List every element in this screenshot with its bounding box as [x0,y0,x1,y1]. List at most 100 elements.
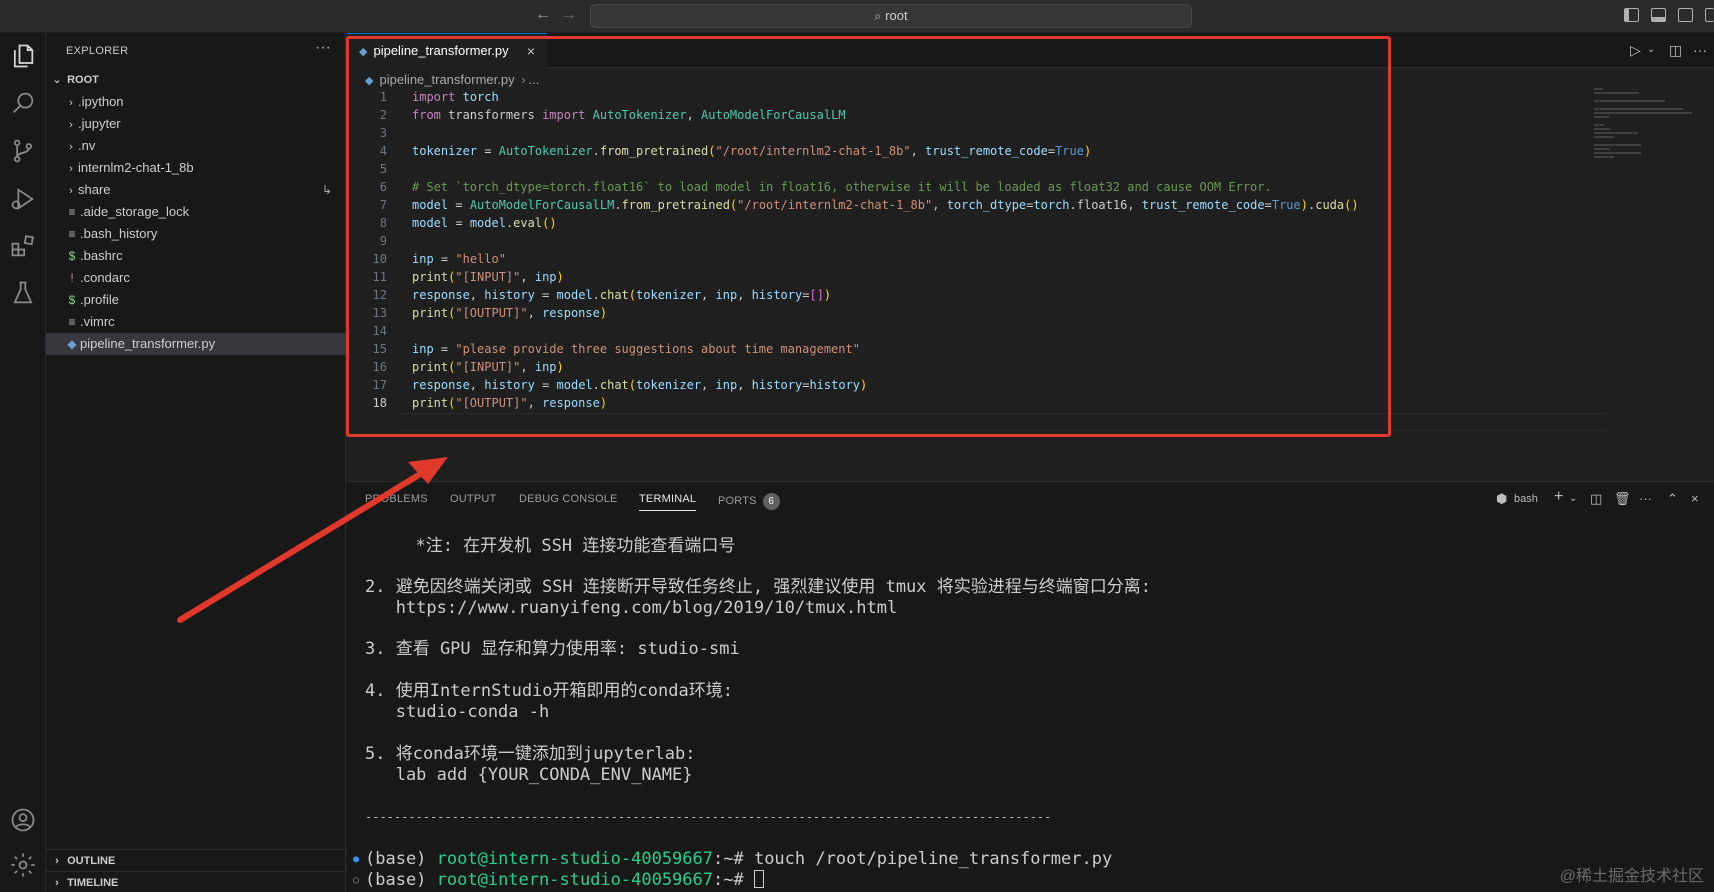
breadcrumb-symbols[interactable]: ... [529,72,540,87]
close-icon[interactable]: × [527,34,535,68]
code-line-text: print("[OUTPUT]", response) [412,396,608,410]
customize-layout-icon[interactable] [1678,8,1693,22]
code-line-text: response, history = model.chat(tokenizer… [412,378,868,392]
minimap-line [1594,116,1609,118]
explorer-item-profile[interactable]: $ .profile [46,289,346,311]
explorer-title: EXPLORER [66,45,129,57]
code-line-text: inp = "please provide three suggestions … [412,342,860,356]
toggle-secondary-sidebar-icon[interactable] [1705,8,1714,22]
arrow-right-icon[interactable]: → [561,6,577,24]
explorer-item-ipython[interactable]: › .ipython [46,91,346,113]
extensions-icon[interactable] [9,232,37,260]
prompt-user: root@intern-studio-40059667 [436,870,713,890]
run-debug-icon[interactable] [9,185,37,213]
python-file-icon: ◆ [365,75,374,87]
command-center-search[interactable]: ⌕ root [590,4,1192,28]
code-line-text: print("[INPUT]", inp) [412,270,564,284]
code-line[interactable]: 3 [347,124,1607,142]
minimap[interactable] [1594,88,1704,158]
explorer-item-label: .condarc [80,270,130,285]
code-line[interactable]: 7 model = AutoModelForCausalLM.from_pretr… [347,196,1607,214]
code-line[interactable]: 1 import torch [347,88,1607,106]
settings-gear-icon[interactable] [9,851,37,879]
code-line[interactable]: 6 # Set `torch_dtype=torch.float16` to lo… [347,178,1607,196]
outline-section[interactable]: › OUTLINE [46,849,346,871]
source-control-icon[interactable] [9,137,37,165]
explorer-item-nv[interactable]: › .nv [46,135,346,157]
chevron-right-icon: › [55,877,59,889]
account-icon[interactable] [9,806,37,834]
code-line[interactable]: 18 print("[OUTPUT]", response) [347,394,1607,412]
root-label: ROOT [67,74,99,86]
tab-problems[interactable]: PROBLEMS [365,493,428,505]
terminal-cursor [753,870,764,888]
close-icon[interactable]: × [1691,491,1699,506]
split-terminal-icon[interactable]: ◫ [1590,491,1602,507]
explorer-root-folder[interactable]: ⌄ ROOT [46,69,346,91]
tab-ports[interactable]: PORTS 6 [718,493,780,510]
more-actions-icon[interactable]: ··· [1693,42,1707,58]
run-python-file-icon[interactable]: ▷ [1630,42,1641,59]
chevron-down-icon[interactable]: ⌄ [1647,44,1655,55]
terminal-output[interactable]: *注: 在开发机 SSH 连接功能查看端口号 2. 避免因终端关闭或 SSH 连… [347,482,1714,892]
code-line[interactable]: 9 [347,232,1607,250]
code-line[interactable]: 5 [347,160,1607,178]
code-line[interactable]: 13 print("[OUTPUT]", response) [347,304,1607,322]
line-number: 13 [372,306,387,320]
shell-label[interactable]: bash [1514,493,1538,505]
code-line[interactable]: 14 [347,322,1607,340]
terminal-line: studio-conda -h [365,702,550,722]
explorer-item-bash-history[interactable]: ≡ .bash_history [46,223,346,245]
explorer-icon[interactable] [9,42,37,70]
code-line[interactable]: 10 inp = "hello" [347,250,1607,268]
explorer-item-jupyter[interactable]: › .jupyter [46,113,346,135]
code-editor[interactable]: 1 import torch 2 from transformers import A… [347,88,1607,412]
chevron-down-icon[interactable]: ⌄ [1569,493,1577,504]
toggle-sidebar-icon[interactable] [1624,8,1639,22]
code-line[interactable]: 15 inp = "please provide three suggestion… [347,340,1607,358]
breadcrumb-file[interactable]: pipeline_transformer.py [379,72,514,87]
explorer-item-aide-storage-lock[interactable]: ≡ .aide_storage_lock [46,201,346,223]
tab-terminal[interactable]: TERMINAL [639,493,697,511]
tab-debug-console[interactable]: DEBUG CONSOLE [519,493,618,505]
command-pending-dot-icon: ○ [353,875,360,886]
code-line[interactable]: 16 print("[INPUT]", inp) [347,358,1607,376]
line-number: 8 [379,216,387,230]
explorer-item-label: .aide_storage_lock [80,204,190,219]
new-terminal-icon[interactable]: + [1554,488,1563,506]
trash-icon[interactable]: 🗑 [1614,491,1631,507]
split-editor-icon[interactable]: ◫ [1669,42,1682,59]
line-number: 15 [372,342,387,356]
testing-icon[interactable] [9,279,37,307]
terminal-line: *注: 在开发机 SSH 连接功能查看端口号 [395,536,736,556]
explorer-item-pipeline-transformer-py[interactable]: ◆ pipeline_transformer.py [46,333,346,355]
line-number: 17 [372,378,387,392]
code-line[interactable]: 4 tokenizer = AutoTokenizer.from_pretrain… [347,142,1607,160]
tab-output[interactable]: OUTPUT [450,493,496,505]
code-line[interactable]: 11 print("[INPUT]", inp) [347,268,1607,286]
search-icon[interactable] [9,89,37,117]
toggle-panel-icon[interactable] [1651,8,1666,22]
code-line-text: tokenizer = AutoTokenizer.from_pretraine… [412,144,1092,158]
code-line[interactable]: 8 model = model.eval() [347,214,1607,232]
code-line-text: print("[INPUT]", inp) [412,360,564,374]
explorer-item-internlm2-chat-1-8b[interactable]: › internlm2-chat-1_8b [46,157,346,179]
more-actions-icon[interactable]: ··· [315,39,331,57]
explorer-item-bashrc[interactable]: $ .bashrc [46,245,346,267]
more-actions-icon[interactable]: ··· [1639,491,1652,506]
code-line[interactable]: 17 response, history = model.chat(tokeniz… [347,376,1607,394]
terminal-line: lab add {YOUR_CONDA_ENV_NAME} [365,765,693,785]
timeline-section[interactable]: › TIMELINE [46,871,346,892]
code-line[interactable]: 2 from transformers import AutoTokenizer,… [347,106,1607,124]
minimap-line [1594,128,1610,130]
explorer-item-share[interactable]: › share ↳ [46,179,346,201]
terminal-line: 2. 避免因终端关闭或 SSH 连接断开导致任务终止, 强烈建议使用 tmux … [365,577,1151,597]
explorer-item-vimrc[interactable]: ≡ .vimrc [46,311,346,333]
explorer-sidebar: EXPLORER ··· ⌄ ROOT › .ipython › .jupyter ›.… [46,33,346,892]
explorer-item-condarc[interactable]: ! .condarc [46,267,346,289]
arrow-left-icon[interactable]: ← [535,6,551,24]
code-line[interactable]: 12 response, history = model.chat(tokeniz… [347,286,1607,304]
tab-ports-label: PORTS [718,495,757,507]
tab-pipeline-transformer[interactable]: ◆ pipeline_transformer.py × [347,33,547,68]
maximize-panel-icon[interactable]: ⌃ [1667,491,1678,507]
